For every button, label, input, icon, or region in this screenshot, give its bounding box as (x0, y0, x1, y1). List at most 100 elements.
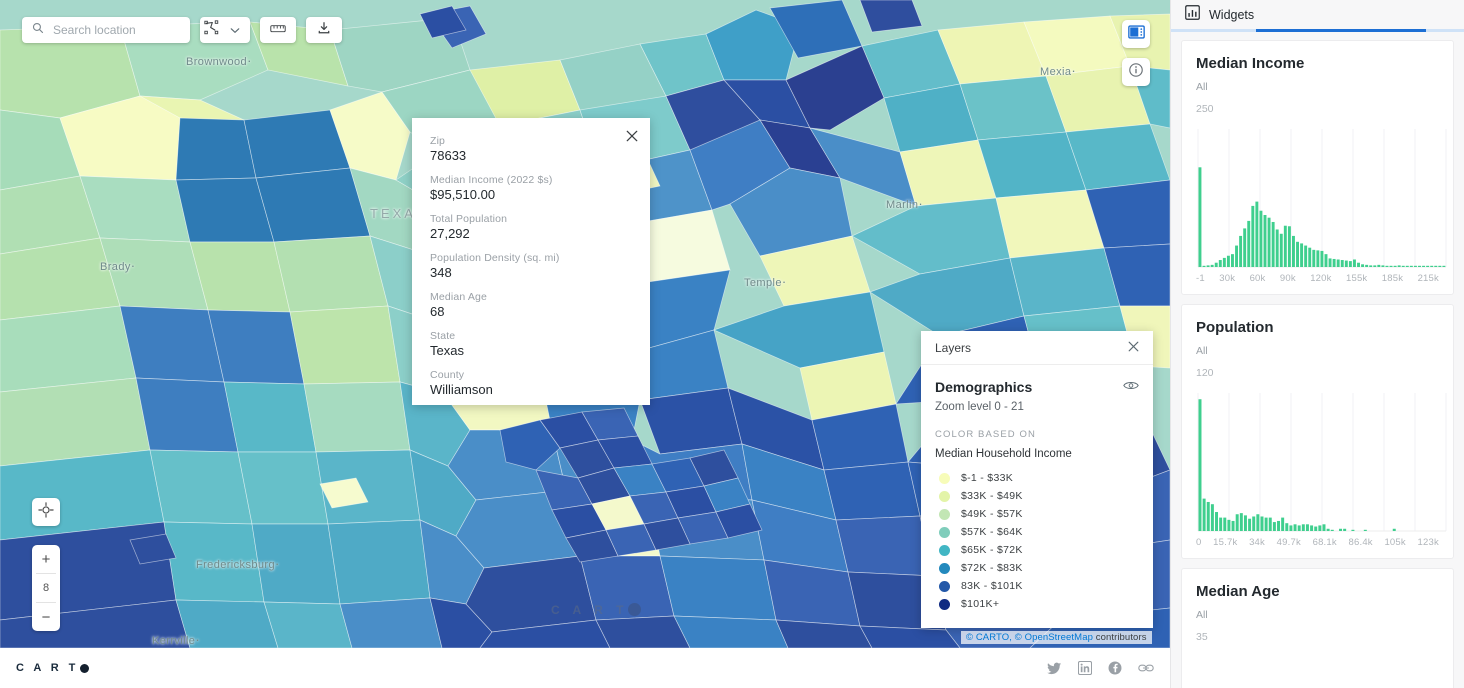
linkedin-icon[interactable] (1078, 661, 1092, 675)
popup-field: Median Income (2022 $s) $95,510.00 (430, 174, 632, 202)
legend-swatch (939, 562, 950, 574)
legend-swatch (939, 490, 950, 502)
widgets-header: Widgets (1171, 0, 1464, 29)
map-attribution: © CARTO, © OpenStreetMap contributors (961, 631, 1152, 644)
color-based-on-label: COLOR BASED ON (935, 429, 1036, 440)
geolocate-button[interactable] (32, 498, 60, 526)
widget-filter-label[interactable]: All (1196, 345, 1439, 357)
popup-field-label: Total Population (430, 213, 508, 225)
carto-logo[interactable]: C A R T (16, 662, 89, 674)
legend-item[interactable]: $49K - $57K (935, 505, 1139, 523)
x-tick: 30k (1219, 273, 1236, 284)
legend-item[interactable]: 83K - $101K (935, 577, 1139, 595)
attribution-osm-link[interactable]: © OpenStreetMap (1015, 632, 1093, 643)
legend-item[interactable]: $57K - $64K (935, 523, 1139, 541)
widget-median-income: Median Income All 250 -1 30k 60k 90k 120… (1181, 40, 1454, 295)
x-tick: 215k (1417, 273, 1439, 284)
legend-item[interactable]: $-1 - $33K (935, 469, 1139, 487)
histogram-x-axis: 0 15.7k 34k 49.7k 68.1k 86.4k 105k 123k (1196, 537, 1439, 548)
facebook-icon[interactable] (1108, 661, 1122, 675)
x-tick: 49.7k (1276, 537, 1301, 548)
map-controls-top-right (1122, 20, 1150, 86)
download-button[interactable] (306, 17, 342, 43)
layers-close-button[interactable] (1128, 339, 1139, 357)
x-tick: 0 (1196, 537, 1202, 548)
layers-header: Layers (921, 331, 1153, 365)
zoom-in-button[interactable]: + (32, 545, 60, 573)
search-input[interactable] (51, 22, 180, 38)
popup-field: Total Population 27,292 (430, 213, 632, 241)
download-icon (317, 21, 331, 40)
map-toolbar (22, 17, 342, 43)
layer-zoom-range: Zoom level 0 - 21 (935, 401, 1024, 413)
measure-ruler-button[interactable] (260, 17, 296, 43)
legend-item[interactable]: $33K - $49K (935, 487, 1139, 505)
popup-field: State Texas (430, 330, 632, 358)
link-icon[interactable] (1138, 662, 1154, 674)
popup-field-value: 348 (430, 265, 452, 280)
widget-y-max-label: 120 (1196, 367, 1214, 379)
map-info-button[interactable] (1122, 58, 1150, 86)
widget-median-age: Median Age All 35 (1181, 568, 1454, 688)
x-tick: 120k (1310, 273, 1332, 284)
layers-body: Demographics Zoom level 0 - 21 COLOR BAS… (921, 365, 1153, 628)
x-tick: -1 (1196, 273, 1205, 284)
x-tick: 123k (1417, 537, 1439, 548)
eye-icon[interactable] (1123, 378, 1139, 396)
toggle-side-panel-button[interactable] (1122, 20, 1150, 48)
widget-title: Median Age (1196, 583, 1280, 600)
layer-row[interactable]: Demographics (935, 378, 1139, 396)
widgets-header-title: Widgets (1209, 7, 1255, 22)
carto-map-application: Brownwood· Brady· TEXAS Mexia· Marlin· T… (0, 0, 1464, 688)
attribution-carto-link[interactable]: © CARTO, (966, 632, 1012, 643)
zoom-out-button[interactable]: − (32, 603, 60, 631)
x-tick: 60k (1249, 273, 1266, 284)
layers-title: Layers (935, 340, 972, 355)
x-tick: 86.4k (1348, 537, 1373, 548)
search-icon (32, 21, 44, 39)
ruler-icon (270, 21, 286, 39)
popup-field: Population Density (sq. mi) 348 (430, 252, 632, 280)
legend-item[interactable]: $65K - $72K (935, 541, 1139, 559)
layers-panel: Layers Demographics Zoom level 0 - 21 CO… (921, 331, 1153, 628)
widget-filter-label[interactable]: All (1196, 609, 1439, 621)
footer-socials (1047, 661, 1154, 675)
legend-swatch (939, 526, 950, 538)
histogram-median-income[interactable] (1196, 119, 1447, 269)
widget-y-max-label: 35 (1196, 631, 1208, 643)
legend-label: 83K - $101K (961, 580, 1023, 592)
carto-logo-dot (79, 663, 89, 673)
popup-close-button[interactable] (624, 128, 640, 144)
popup-field: County Williamson (430, 369, 632, 397)
x-tick: 34k (1249, 537, 1265, 548)
carto-logo-text: C A R T (16, 662, 79, 674)
widgets-scrollbar-track[interactable] (1171, 29, 1464, 32)
widget-filter-label[interactable]: All (1196, 81, 1439, 93)
search-location-box[interactable] (22, 17, 190, 43)
histogram-x-axis: -1 30k 60k 90k 120k 155k 185k 215k (1196, 273, 1439, 284)
feature-popup: Zip 78633 Median Income (2022 $s) $95,51… (412, 118, 650, 405)
twitter-icon[interactable] (1047, 662, 1062, 675)
widget-title: Population (1196, 319, 1274, 336)
popup-field-label: Median Age (430, 291, 487, 303)
layer-name: Demographics (935, 379, 1033, 395)
popup-field-value: Texas (430, 343, 464, 358)
popup-field-label: Zip (430, 135, 446, 147)
legend-item[interactable]: $101K+ (935, 595, 1139, 613)
side-panel-toggle-icon (1127, 24, 1145, 44)
draw-select-tool[interactable] (200, 17, 250, 43)
attribution-suffix: contributors (1095, 632, 1147, 643)
histogram-population[interactable] (1196, 383, 1447, 533)
info-icon (1128, 62, 1144, 83)
popup-field: Median Age 68 (430, 291, 632, 319)
legend-item[interactable]: $72K - $83K (935, 559, 1139, 577)
legend-swatch (939, 598, 950, 610)
legend-label: $57K - $64K (961, 526, 1023, 538)
legend-label: $65K - $72K (961, 544, 1023, 556)
map-column: Brownwood· Brady· TEXAS Mexia· Marlin· T… (0, 0, 1170, 688)
widgets-scrollbar-thumb[interactable] (1256, 29, 1426, 32)
chevron-down-icon[interactable] (222, 21, 246, 39)
popup-fields: Zip 78633 Median Income (2022 $s) $95,51… (412, 118, 650, 405)
x-tick: 105k (1384, 537, 1406, 548)
legend-label: $-1 - $33K (961, 472, 1014, 484)
